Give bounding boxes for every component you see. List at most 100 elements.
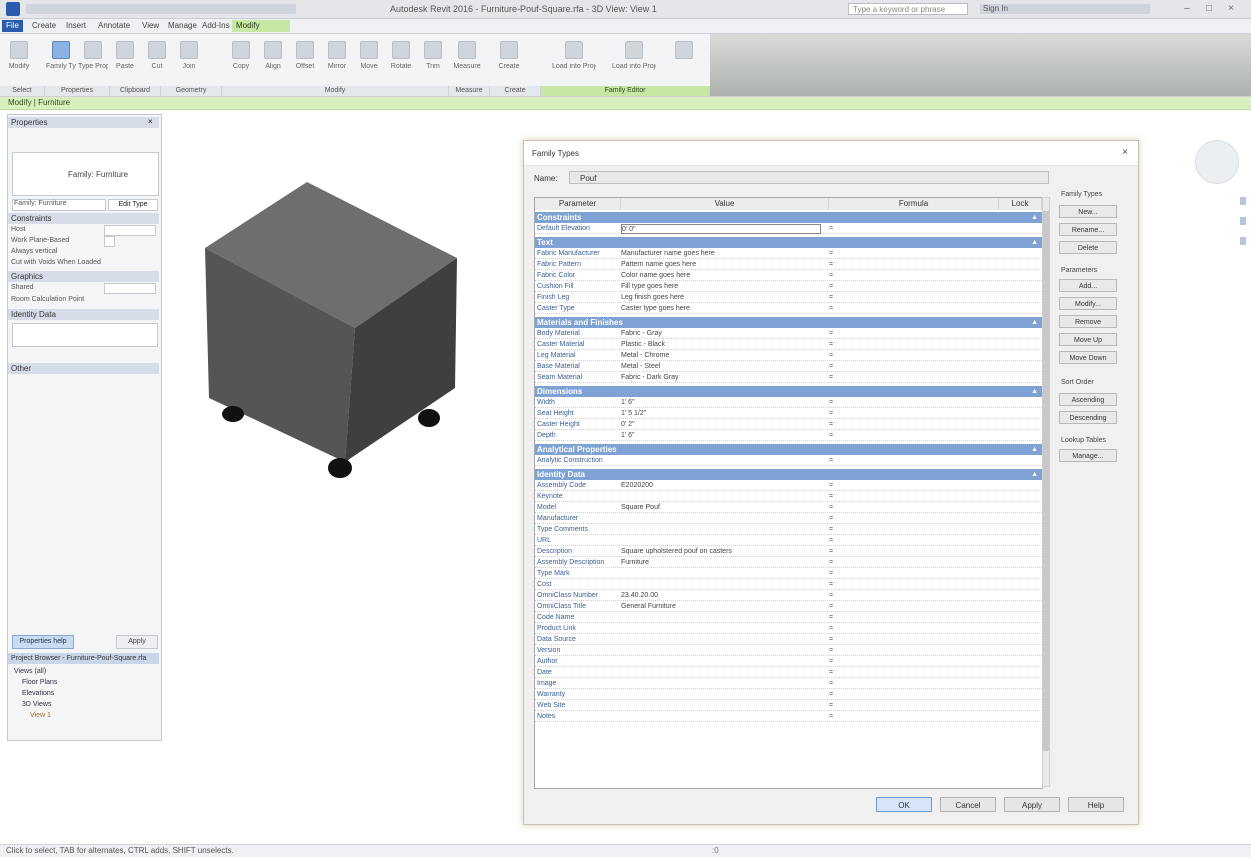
parameter-formula[interactable]: = [829,547,1029,557]
parameter-row[interactable]: OmniClass Title General Furniture = [535,602,1042,612]
ok-button[interactable]: OK [876,797,932,812]
parameter-row[interactable]: Type Mark = [535,569,1042,579]
shared-value[interactable] [104,283,156,294]
parameter-value[interactable]: 23.40.20.00 [621,591,821,601]
parameter-row[interactable]: Description Square upholstered pouf on ca… [535,547,1042,557]
offset-button[interactable]: Offset [290,39,320,81]
tab-modify[interactable]: Modify [232,20,290,32]
remove-parameter-button[interactable]: Remove [1059,315,1117,328]
modify-button[interactable]: Modify [4,39,34,81]
parameter-row[interactable]: Base Material Metal - Steel = [535,362,1042,372]
parameter-formula[interactable]: = [829,351,1029,361]
close-icon[interactable]: × [148,117,153,126]
parameter-row[interactable]: Keynote = [535,492,1042,502]
collapse-icon[interactable]: ▲ [1031,237,1038,248]
parameter-group-header[interactable]: Analytical Properties ▲ [535,444,1042,455]
collapse-icon[interactable]: ▲ [1031,386,1038,397]
help-button[interactable]: Help [1068,797,1124,812]
parameter-formula[interactable]: = [829,293,1029,303]
parameter-formula[interactable]: = [829,580,1029,590]
parameter-value[interactable]: Furniture [621,558,821,568]
trim-button[interactable]: Trim [418,39,448,81]
paste-button[interactable]: Paste [110,39,140,81]
parameter-group-header[interactable]: Identity Data ▲ [535,469,1042,480]
parameter-formula[interactable]: = [829,249,1029,259]
parameter-formula[interactable]: = [829,271,1029,281]
parameter-formula[interactable]: = [829,624,1029,634]
parameter-formula[interactable]: = [829,712,1029,722]
identity-field[interactable] [12,323,158,347]
parameter-formula[interactable]: = [829,420,1029,430]
parameter-value[interactable]: E2020200 [621,481,821,491]
rotate-button[interactable]: Rotate [386,39,416,81]
navigation-bar[interactable] [1238,195,1248,255]
grid-scrollbar-thumb[interactable] [1043,211,1049,751]
parameter-row[interactable]: Fabric Color Color name goes here = [535,271,1042,281]
viewcube-icon[interactable] [1195,140,1239,184]
parameter-row[interactable]: Caster Height 0' 2" = [535,420,1042,430]
collapse-icon[interactable]: ▲ [1031,212,1038,223]
column-header-parameter[interactable]: Parameter [535,198,621,210]
revit-logo-icon[interactable] [6,2,20,16]
parameter-value[interactable]: Square Pouf [621,503,821,513]
load-into-project-button[interactable]: Load into Project [552,39,596,81]
family-types-button[interactable]: Family Types [46,39,76,81]
align-button[interactable]: Align [258,39,288,81]
parameter-row[interactable]: Image = [535,679,1042,689]
join-button[interactable]: Join [174,39,204,81]
type-name-dropdown[interactable]: Pouf [569,171,1049,184]
properties-help-link[interactable]: Properties help [12,635,74,649]
parameter-row[interactable]: Depth 1' 6" = [535,431,1042,441]
parameter-row[interactable]: Author = [535,657,1042,667]
move-up-button[interactable]: Move Up [1059,333,1117,346]
tab-file[interactable]: File [2,20,23,32]
host-value[interactable] [104,225,156,236]
collapse-icon[interactable]: ▲ [1031,317,1038,328]
parameter-value[interactable]: Manufacturer name goes here [621,249,821,259]
parameter-value[interactable]: Fabric - Dark Gray [621,373,821,383]
parameter-row[interactable]: Warranty = [535,690,1042,700]
cancel-button[interactable]: Cancel [940,797,996,812]
parameter-row[interactable]: Notes = [535,712,1042,722]
parameter-row[interactable]: Caster Material Plastic - Black = [535,340,1042,350]
family-category-button[interactable] [664,39,704,81]
parameter-formula[interactable]: = [829,602,1029,612]
parameter-formula[interactable]: = [829,591,1029,601]
move-down-button[interactable]: Move Down [1059,351,1117,364]
delete-type-button[interactable]: Delete [1059,241,1117,254]
parameter-value[interactable]: Square upholstered pouf on casters [621,547,821,557]
search-input[interactable]: Type a keyword or phrase [848,3,968,15]
parameter-row[interactable]: Cost = [535,580,1042,590]
parameter-formula[interactable]: = [829,456,1029,466]
parameter-row[interactable]: Model Square Pouf = [535,503,1042,513]
parameter-row[interactable]: OmniClass Number 23.40.20.00 = [535,591,1042,601]
parameter-formula[interactable]: = [829,635,1029,645]
copy-button[interactable]: Copy [226,39,256,81]
parameter-formula[interactable]: = [829,536,1029,546]
tab-add-ins[interactable]: Add-Ins [198,20,234,32]
parameter-row[interactable]: Default Elevation 0' 0" = [535,224,1042,234]
quick-access-toolbar[interactable] [26,4,296,14]
parameter-row[interactable]: Seam Material Fabric - Dark Gray = [535,373,1042,383]
parameter-formula[interactable]: = [829,514,1029,524]
parameter-group-header[interactable]: Text ▲ [535,237,1042,248]
column-header-lock[interactable]: Lock [999,198,1042,210]
parameter-value[interactable]: 1' 6" [621,398,821,408]
parameter-row[interactable]: Body Material Fabric - Gray = [535,329,1042,339]
parameter-value[interactable]: Metal - Steel [621,362,821,372]
parameter-row[interactable]: Data Source = [535,635,1042,645]
parameter-formula[interactable]: = [829,304,1029,314]
parameter-row[interactable]: Assembly Code E2020200 = [535,481,1042,491]
parameter-row[interactable]: Caster Type Caster type goes here = [535,304,1042,314]
parameter-formula[interactable]: = [829,701,1029,711]
parameter-row[interactable]: Type Comments = [535,525,1042,535]
parameter-formula[interactable]: = [829,409,1029,419]
add-parameter-button[interactable]: Add... [1059,279,1117,292]
type-properties-button[interactable]: Type Properties [78,39,108,81]
measure-button[interactable]: Measure [452,39,482,81]
column-header-value[interactable]: Value [621,198,829,210]
move-button[interactable]: Move [354,39,384,81]
parameter-formula[interactable]: = [829,569,1029,579]
parameter-row[interactable]: Leg Material Metal - Chrome = [535,351,1042,361]
tab-create[interactable]: Create [28,20,60,32]
